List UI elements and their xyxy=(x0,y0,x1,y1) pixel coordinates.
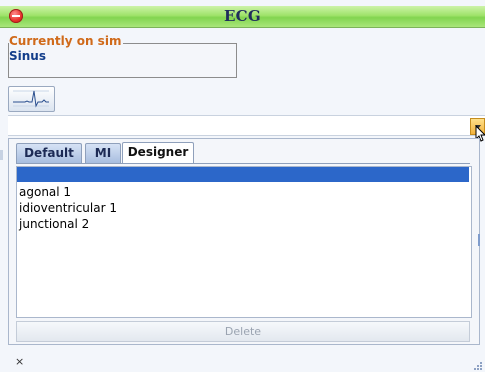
delete-button[interactable]: Delete xyxy=(16,321,470,342)
rhythm-list[interactable] xyxy=(16,166,472,318)
tab-designer[interactable]: Designer xyxy=(122,142,194,164)
window-title: ECG xyxy=(223,7,262,25)
tab-default[interactable]: Default xyxy=(16,143,82,163)
status-bar xyxy=(0,350,485,372)
ecg-waveform-button[interactable] xyxy=(8,86,55,112)
list-item[interactable]: junctional 2 xyxy=(19,217,89,231)
current-rhythm-label: Currently on sim xyxy=(9,34,124,48)
list-item[interactable]: idioventricular 1 xyxy=(19,201,117,215)
ecg-waveform-icon xyxy=(13,90,49,108)
current-rhythm-value: Sinus xyxy=(9,49,46,63)
group-divider xyxy=(118,43,236,44)
panel-resize-handle[interactable] xyxy=(478,234,480,246)
title-bar: ECG xyxy=(0,6,485,28)
list-selected-row[interactable] xyxy=(17,167,469,182)
list-item[interactable]: agonal 1 xyxy=(19,185,71,199)
left-edge-handle xyxy=(0,150,3,160)
ecg-window: ECG Currently on sim Sinus Default MI De… xyxy=(0,0,485,372)
rhythm-dropdown[interactable] xyxy=(8,115,485,136)
tab-mi[interactable]: MI xyxy=(85,143,121,163)
tab-underline xyxy=(16,163,470,164)
dismiss-icon[interactable]: × xyxy=(15,355,24,368)
resize-grip-icon[interactable] xyxy=(474,362,483,370)
